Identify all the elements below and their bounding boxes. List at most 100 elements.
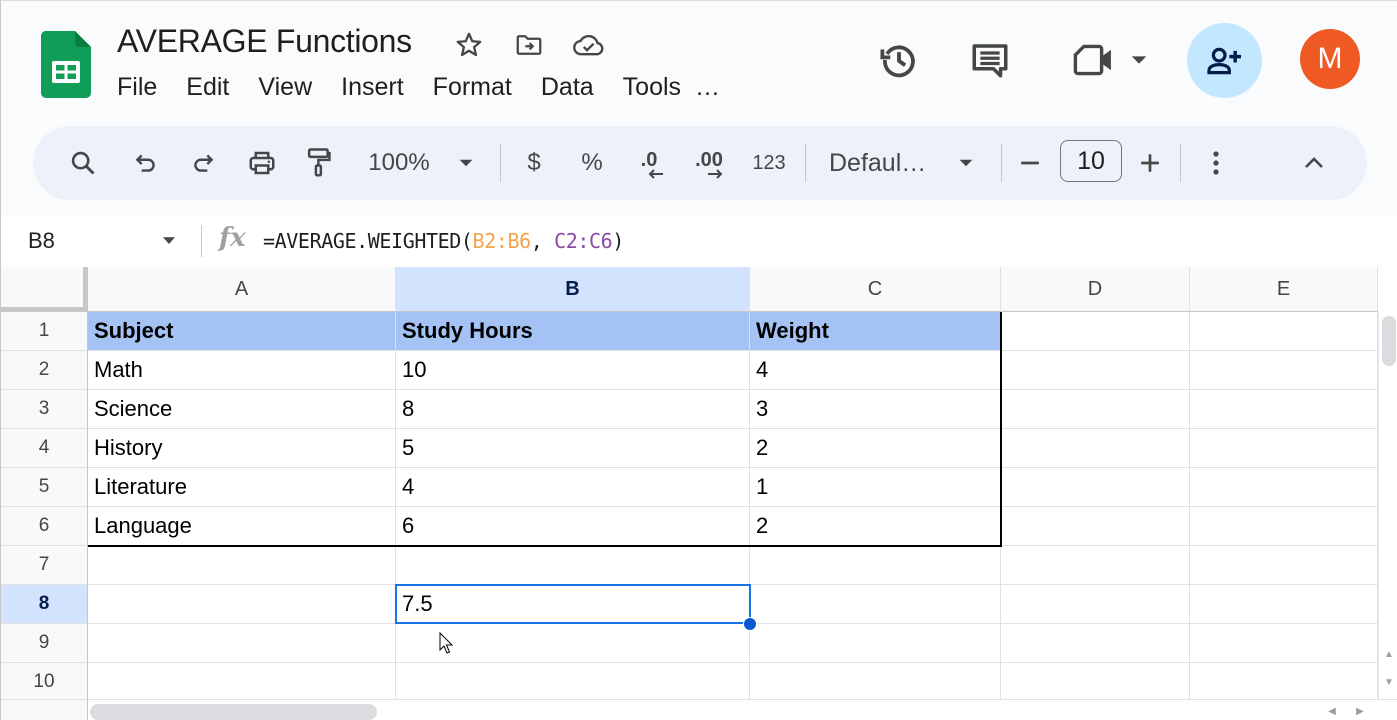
column-header-d[interactable]: D [1001,267,1190,312]
cell-c7[interactable] [750,546,1001,585]
more-options-icon[interactable] [1203,126,1229,200]
search-menus-icon[interactable] [63,126,103,200]
scroll-down-icon[interactable]: ▼ [1379,672,1397,692]
increase-decimal-button[interactable]: .00 [687,126,731,200]
cell-b3[interactable]: 8 [396,390,750,429]
vertical-scrollbar[interactable]: ▲ ▼ [1378,312,1397,698]
cell-c9[interactable] [750,624,1001,663]
cell-e4[interactable] [1190,429,1378,468]
menu-data[interactable]: Data [541,73,594,102]
undo-icon[interactable] [126,126,166,200]
comments-icon[interactable] [965,37,1015,83]
cell-e5[interactable] [1190,468,1378,507]
menu-tools[interactable]: Tools [623,73,681,102]
scroll-left-icon[interactable]: ◀ [1322,701,1342,720]
meet-button[interactable] [1065,37,1155,83]
cell-c6[interactable]: 2 [750,507,1001,546]
name-box[interactable]: B8 [28,228,55,254]
decrease-decimal-button[interactable]: .0 [629,126,669,200]
vertical-scroll-thumb[interactable] [1382,316,1396,366]
cell-d6[interactable] [1001,507,1190,546]
zoom-dropdown-caret-icon[interactable] [453,126,479,200]
row-header-10[interactable]: 10 [1,663,88,702]
cell-a8[interactable] [88,585,396,624]
row-header-8[interactable]: 8 [1,585,88,624]
cell-d7[interactable] [1001,546,1190,585]
horizontal-scroll-thumb[interactable] [90,704,377,720]
account-avatar[interactable]: M [1300,29,1360,89]
zoom-select[interactable]: 100% [361,126,437,200]
cell-e9[interactable] [1190,624,1378,663]
cell-a2[interactable]: Math [88,351,396,390]
cell-c4[interactable]: 2 [750,429,1001,468]
cell-b6[interactable]: 6 [396,507,750,546]
cell-c1[interactable]: Weight [750,312,1001,351]
document-title[interactable]: AVERAGE Functions [117,23,412,60]
increase-font-size-icon[interactable] [1135,126,1165,200]
row-header-4[interactable]: 4 [1,429,88,468]
cell-d10[interactable] [1001,663,1190,702]
name-box-caret-icon[interactable] [161,235,177,247]
select-all-corner[interactable] [1,267,88,312]
more-formats-button[interactable]: 123 [747,126,791,200]
menu-insert[interactable]: Insert [341,73,404,102]
cell-e8[interactable] [1190,585,1378,624]
font-family-select[interactable]: Defaul… [829,126,939,200]
collapse-menus-icon[interactable] [1299,126,1329,200]
horizontal-scrollbar[interactable]: ◀ ▶ [88,699,1397,720]
cell-e3[interactable] [1190,390,1378,429]
cell-d9[interactable] [1001,624,1190,663]
cell-a6[interactable]: Language [88,507,396,546]
decrease-font-size-icon[interactable] [1015,126,1045,200]
formula-input[interactable]: =AVERAGE.WEIGHTED(B2:B6, C2:C6) [263,229,624,253]
row-header-5[interactable]: 5 [1,468,88,507]
menu-more[interactable]: … [695,73,720,102]
menu-format[interactable]: Format [433,73,512,102]
cell-b7[interactable] [396,546,750,585]
column-header-c[interactable]: C [750,267,1001,312]
cell-c10[interactable] [750,663,1001,702]
column-header-b[interactable]: B [396,267,750,312]
cell-d3[interactable] [1001,390,1190,429]
cell-b1[interactable]: Study Hours [396,312,750,351]
version-history-icon[interactable] [874,37,924,83]
cell-b2[interactable]: 10 [396,351,750,390]
cell-c3[interactable]: 3 [750,390,1001,429]
column-header-e[interactable]: E [1190,267,1378,312]
cell-d1[interactable] [1001,312,1190,351]
menu-view[interactable]: View [258,73,312,102]
star-icon[interactable] [451,27,487,63]
cell-b4[interactable]: 5 [396,429,750,468]
row-header-7[interactable]: 7 [1,546,88,585]
cell-a4[interactable]: History [88,429,396,468]
cell-a5[interactable]: Literature [88,468,396,507]
font-dropdown-caret-icon[interactable] [953,126,979,200]
redo-icon[interactable] [183,126,223,200]
cell-e6[interactable] [1190,507,1378,546]
menu-edit[interactable]: Edit [186,73,229,102]
percent-format-button[interactable]: % [576,126,608,200]
cell-a7[interactable] [88,546,396,585]
cell-c5[interactable]: 1 [750,468,1001,507]
font-size-input[interactable]: 10 [1060,140,1122,182]
cell-a1[interactable]: Subject [88,312,396,351]
cell-b10[interactable] [396,663,750,702]
sheets-logo-icon[interactable] [41,31,91,99]
row-header-3[interactable]: 3 [1,390,88,429]
cell-e10[interactable] [1190,663,1378,702]
row-header-2[interactable]: 2 [1,351,88,390]
cell-d4[interactable] [1001,429,1190,468]
cloud-saved-icon[interactable] [571,27,607,63]
move-to-folder-icon[interactable] [511,27,547,63]
cell-d2[interactable] [1001,351,1190,390]
currency-format-button[interactable]: $ [519,126,549,200]
scroll-right-icon[interactable]: ▶ [1350,701,1370,720]
row-header-1[interactable]: 1 [1,312,88,351]
print-icon[interactable] [241,126,283,200]
menu-file[interactable]: File [117,73,157,102]
share-button[interactable] [1187,23,1262,98]
cell-b5[interactable]: 4 [396,468,750,507]
fill-handle[interactable] [743,617,757,631]
paint-format-icon[interactable] [299,126,339,200]
cell-a10[interactable] [88,663,396,702]
